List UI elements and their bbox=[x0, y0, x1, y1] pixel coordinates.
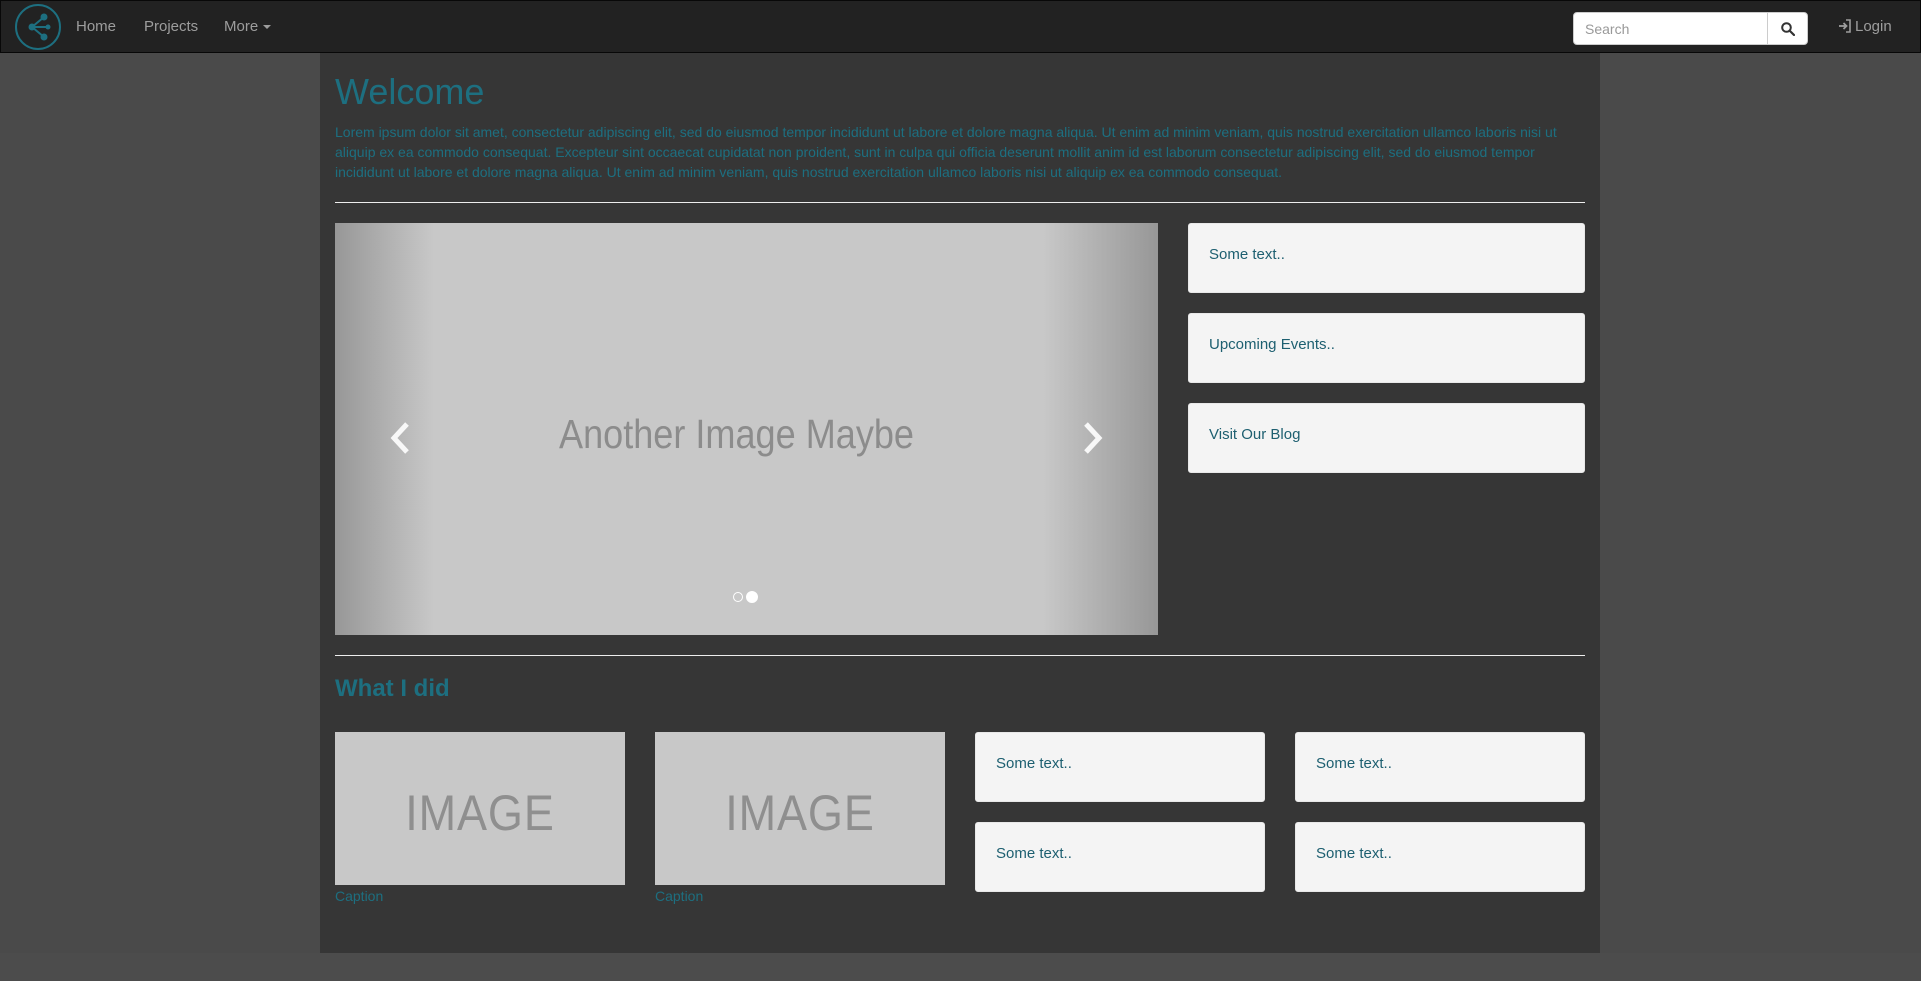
carousel-indicators bbox=[733, 588, 758, 606]
side-well-visit-blog[interactable]: Visit Our Blog bbox=[1188, 403, 1585, 473]
chevron-right-icon bbox=[1084, 422, 1103, 454]
grid-well: Some text.. bbox=[1295, 822, 1585, 892]
page-title: Welcome bbox=[335, 71, 485, 112]
project-thumbnail-1[interactable]: IMAGE bbox=[335, 732, 625, 885]
side-well-label: Visit Our Blog bbox=[1209, 426, 1301, 443]
grid-well: Some text.. bbox=[975, 822, 1265, 892]
nav-home[interactable]: Home bbox=[76, 18, 116, 35]
carousel-indicator-1[interactable] bbox=[733, 591, 743, 602]
image-carousel[interactable]: Another Image Maybe bbox=[335, 223, 1158, 635]
image-placeholder: IMAGE bbox=[405, 785, 555, 841]
intro-paragraph: Lorem ipsum dolor sit amet, consectetur … bbox=[335, 124, 1557, 180]
side-well-upcoming-events[interactable]: Upcoming Events.. bbox=[1188, 313, 1585, 383]
grid-well-label: Some text.. bbox=[996, 845, 1072, 862]
search-button[interactable] bbox=[1767, 12, 1808, 45]
footer bbox=[0, 953, 1921, 981]
share-logo-icon[interactable] bbox=[15, 4, 61, 50]
grid-well-label: Some text.. bbox=[1316, 845, 1392, 862]
login-label: Login bbox=[1855, 18, 1892, 35]
navbar: Home Projects More Login bbox=[0, 0, 1921, 53]
carousel-slide-placeholder: Another Image Maybe bbox=[559, 411, 914, 457]
nav-more-label: More bbox=[224, 18, 259, 35]
nav-more-dropdown[interactable]: More bbox=[224, 18, 272, 35]
chevron-left-icon bbox=[390, 422, 409, 454]
carousel-indicator-2-active[interactable] bbox=[746, 590, 758, 603]
login-icon bbox=[1839, 19, 1851, 33]
carousel-prev-button[interactable] bbox=[385, 418, 415, 458]
divider bbox=[335, 202, 1585, 203]
search-icon bbox=[1781, 22, 1795, 36]
search-input[interactable] bbox=[1573, 12, 1768, 45]
side-well-some-text: Some text.. bbox=[1188, 223, 1585, 293]
section-title: What I did bbox=[335, 675, 450, 702]
grid-well-label: Some text.. bbox=[996, 755, 1072, 772]
grid-well: Some text.. bbox=[975, 732, 1265, 802]
side-well-label: Some text.. bbox=[1209, 246, 1285, 263]
project-thumbnail-2[interactable]: IMAGE bbox=[655, 732, 945, 885]
thumbnail-caption: Caption bbox=[655, 888, 704, 904]
grid-well: Some text.. bbox=[1295, 732, 1585, 802]
carousel-next-button[interactable] bbox=[1078, 418, 1108, 458]
login-link[interactable]: Login bbox=[1838, 18, 1892, 35]
caret-down-icon bbox=[263, 25, 272, 30]
image-placeholder: IMAGE bbox=[725, 785, 875, 841]
nav-projects[interactable]: Projects bbox=[144, 18, 198, 35]
thumbnail-caption: Caption bbox=[335, 888, 384, 904]
grid-well-label: Some text.. bbox=[1316, 755, 1392, 772]
side-well-label: Upcoming Events.. bbox=[1209, 336, 1335, 353]
divider bbox=[335, 655, 1585, 656]
